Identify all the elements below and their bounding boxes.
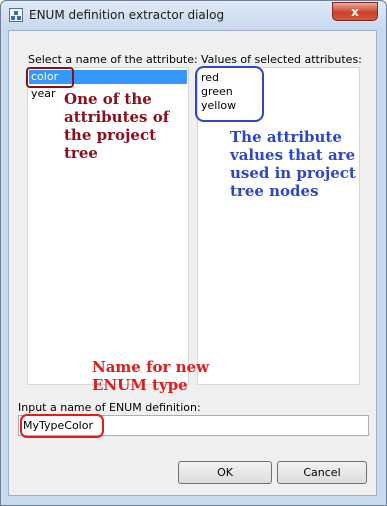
close-button[interactable]: x xyxy=(332,2,378,21)
close-icon: x xyxy=(351,5,359,19)
app-icon xyxy=(9,8,23,22)
values-label: Values of selected attributes: xyxy=(201,53,362,66)
ok-button[interactable]: OK xyxy=(178,461,272,484)
cancel-button[interactable]: Cancel xyxy=(277,461,367,484)
title-bar[interactable]: ENUM definition extractor dialog x xyxy=(1,1,386,31)
enum-name-label: Input a name of ENUM definition: xyxy=(18,401,201,414)
values-highlight xyxy=(195,66,264,122)
attributes-label: Select a name of the attribute: xyxy=(28,53,198,66)
window-title: ENUM definition extractor dialog xyxy=(29,8,225,22)
values-note: The attribute values that are used in pr… xyxy=(230,128,356,200)
attribute-highlight xyxy=(26,67,74,88)
attribute-note: One of the attributes of the project tre… xyxy=(64,90,170,162)
enum-name-note: Name for new ENUM type xyxy=(92,358,210,394)
enum-name-highlight xyxy=(20,414,104,438)
